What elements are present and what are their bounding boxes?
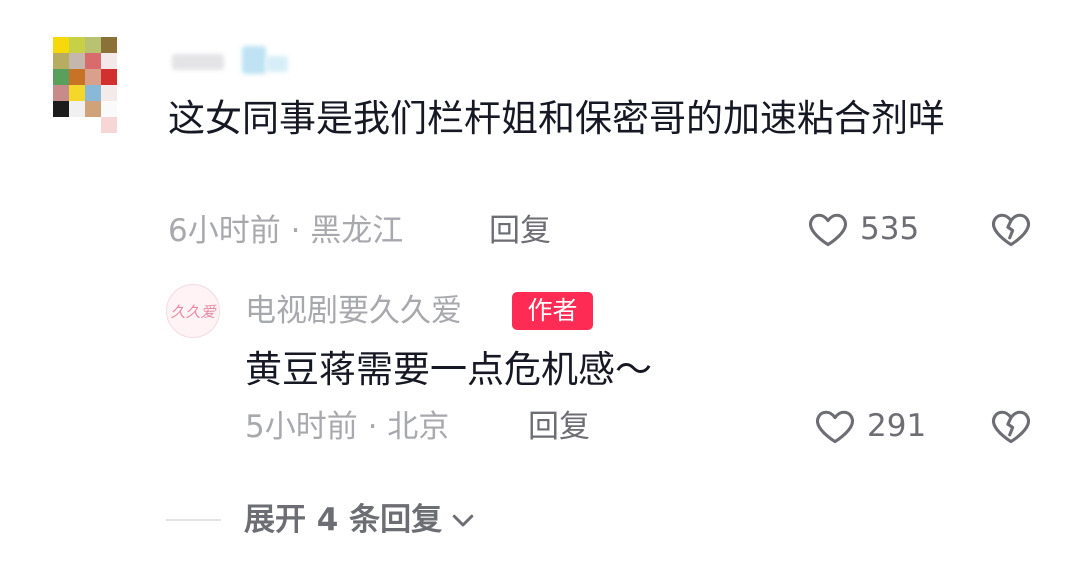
chevron-down-icon bbox=[448, 505, 478, 535]
comment-time-location: 6小时前 · 黑龙江 bbox=[168, 213, 404, 249]
commenter-avatar[interactable] bbox=[53, 37, 121, 139]
reply-text: 黄豆蒋需要一点危机感～ bbox=[245, 348, 652, 391]
comment-like-count: 535 bbox=[860, 211, 920, 247]
comment-dislike-button[interactable] bbox=[988, 207, 1034, 251]
expand-replies-label: 展开 4 条回复 bbox=[244, 502, 443, 538]
broken-heart-icon bbox=[988, 404, 1034, 448]
comment-like-button[interactable]: 535 bbox=[806, 207, 919, 251]
reply-dislike-button[interactable] bbox=[988, 404, 1034, 448]
heart-outline-icon bbox=[806, 207, 850, 251]
reply-time-location: 5小时前 · 北京 bbox=[245, 409, 450, 445]
broken-heart-icon bbox=[988, 207, 1034, 251]
expand-replies-button[interactable]: 展开 4 条回复 bbox=[244, 500, 478, 540]
reply-username[interactable]: 电视剧要久久爱 bbox=[245, 291, 462, 331]
reply-reply-button[interactable]: 回复 bbox=[528, 407, 590, 447]
reply-avatar-logo-text: 久久爱 bbox=[170, 302, 216, 321]
commenter-username[interactable] bbox=[172, 46, 302, 76]
reply-like-button[interactable]: 291 bbox=[813, 404, 926, 448]
expand-divider bbox=[166, 519, 221, 521]
comment-text: 这女同事是我们栏杆姐和保密哥的加速粘合剂咩 bbox=[168, 97, 945, 140]
comment-reply-button[interactable]: 回复 bbox=[489, 211, 551, 251]
reply-avatar[interactable]: 久久爱 bbox=[166, 284, 220, 338]
author-badge: 作者 bbox=[512, 292, 593, 330]
heart-outline-icon bbox=[813, 404, 857, 448]
reply-like-count: 291 bbox=[867, 408, 927, 444]
